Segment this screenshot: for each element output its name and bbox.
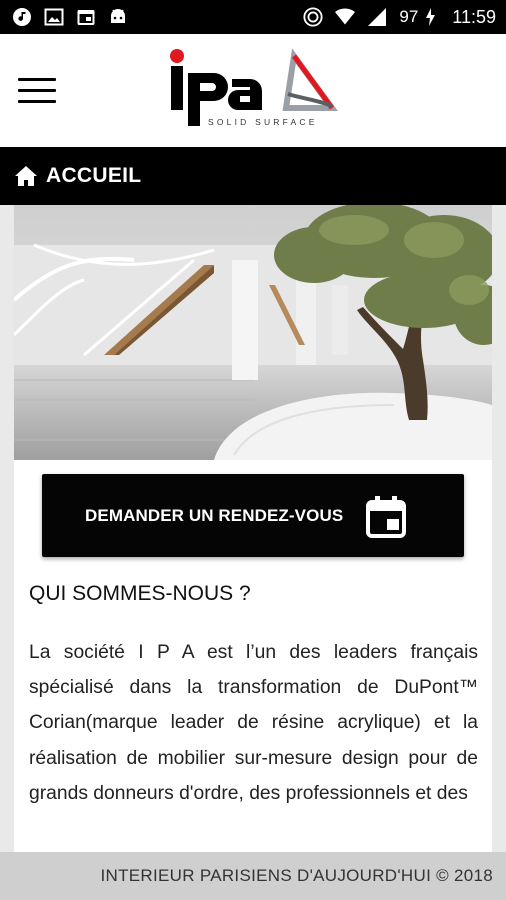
cast-icon	[303, 7, 323, 27]
calendar-icon	[76, 7, 96, 27]
status-bar: 97 11:59	[0, 0, 506, 34]
book-appointment-button[interactable]: DEMANDER UN RENDEZ-VOUS	[42, 474, 464, 557]
hamburger-menu-icon[interactable]	[18, 78, 56, 104]
battery-charging-icon	[420, 7, 440, 27]
signal-icon	[367, 7, 387, 27]
book-appointment-label: DEMANDER UN RENDEZ-VOUS	[85, 505, 344, 525]
section-title: QUI SOMMES-NOUS ?	[29, 582, 251, 605]
page-title: ACCUEIL	[46, 164, 142, 187]
home-icon[interactable]	[14, 165, 38, 187]
logo-subtitle: SOLID SURFACE	[208, 117, 318, 127]
android-icon	[108, 7, 128, 27]
image-icon	[44, 7, 64, 27]
status-bar-left	[12, 7, 128, 27]
clock: 11:59	[452, 6, 496, 27]
app-header: SOLID SURFACE	[0, 34, 506, 147]
about-paragraph: La société I P A est l’un des leaders fr…	[29, 642, 478, 804]
hero-image	[14, 205, 492, 460]
page-nav-bar: ACCUEIL	[0, 147, 506, 205]
wifi-icon	[335, 7, 356, 27]
brand-logo[interactable]: SOLID SURFACE	[168, 46, 343, 130]
footer-copyright: INTERIEUR PARISIENS D'AUJOURD'HUI © 2018	[100, 866, 493, 885]
battery-level: 97	[399, 7, 419, 26]
calendar-event-icon	[363, 493, 409, 539]
music-icon	[12, 7, 32, 27]
status-bar-right: 97 11:59	[303, 7, 496, 28]
footer: INTERIEUR PARISIENS D'AUJOURD'HUI © 2018	[0, 852, 506, 900]
content-card: DEMANDER UN RENDEZ-VOUS QUI SOMMES-NOUS …	[14, 205, 492, 852]
